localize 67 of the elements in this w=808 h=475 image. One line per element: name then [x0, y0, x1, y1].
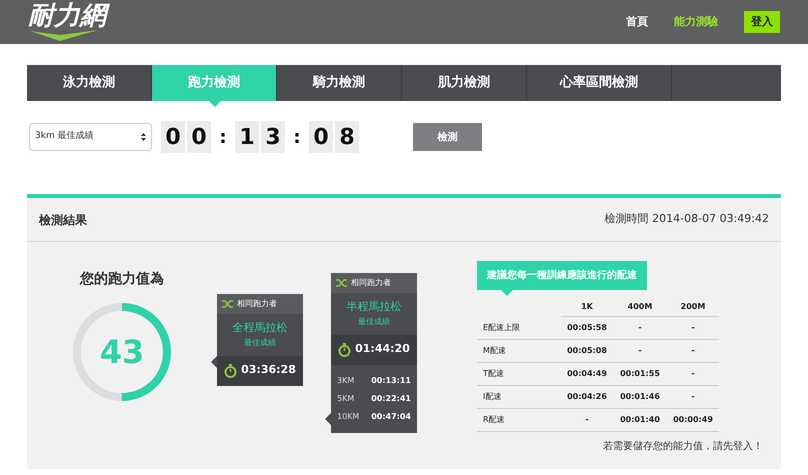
table-cell: - [667, 317, 719, 340]
table-cell: 00:00:49 [667, 409, 719, 432]
time-separator: : [292, 126, 302, 150]
nav-link[interactable]: 首頁 [626, 14, 648, 30]
event-subtitle: 最佳成績 [243, 336, 277, 348]
table-cell: - [613, 317, 667, 340]
login-button[interactable]: 登入 [744, 10, 780, 34]
stopwatch-icon [338, 342, 352, 356]
select-caret-icon [141, 133, 146, 141]
score-value: 43 [98, 332, 146, 373]
table-cell: 00:01:46 [613, 386, 667, 409]
test-time: 檢測時間 2014-08-07 03:49:42 [604, 211, 769, 228]
time-digit[interactable]: 8 [335, 121, 359, 153]
time-digit[interactable]: 0 [161, 121, 185, 153]
panel-title: 檢測結果 [39, 212, 87, 228]
row-label: R配速 [477, 409, 561, 432]
table-cell: - [667, 340, 719, 363]
time-separator: : [218, 126, 228, 150]
pointer-notch [501, 290, 513, 296]
table-cell: 00:01:40 [613, 409, 667, 432]
split-time: 00:13:11 [371, 374, 411, 386]
shuffle-icon [222, 299, 234, 309]
login-note: 若需要儲存您的能力值，請先登入！ [603, 440, 763, 454]
time-digit[interactable]: 0 [187, 121, 211, 153]
table-cell: - [613, 340, 667, 363]
table-cell: 00:04:49 [561, 363, 613, 386]
nav-link[interactable]: 能力測驗 [674, 14, 718, 30]
table-cell: - [667, 363, 719, 386]
column-header: 200M [667, 298, 719, 317]
row-label: T配速 [477, 363, 561, 386]
split-time: 00:22:41 [371, 392, 411, 404]
row-label: E配速上限 [477, 317, 561, 340]
time-digit[interactable]: 1 [235, 121, 259, 153]
table-cell: 00:04:26 [561, 386, 613, 409]
time-digit[interactable]: 0 [309, 121, 333, 153]
card-header: 相同跑力者 [351, 277, 391, 289]
column-header: 1K [561, 298, 613, 317]
event-subtitle: 最佳成績 [357, 316, 391, 328]
tab[interactable]: 騎力檢測 [277, 65, 402, 101]
column-header: 400M [613, 298, 667, 317]
score-title: 您的跑力值為 [80, 270, 164, 289]
pointer-notch [211, 356, 217, 368]
tab[interactable]: 肌力檢測 [402, 65, 527, 101]
table-cell: 00:01:55 [613, 363, 667, 386]
finish-time: 01:44:20 [355, 341, 410, 358]
table-cell: 00:05:58 [561, 317, 613, 340]
split-distance: 10KM [337, 410, 360, 422]
stopwatch-icon [224, 364, 238, 378]
time-digit[interactable]: 3 [261, 121, 285, 153]
card-header: 相同跑力者 [237, 298, 277, 310]
split-distance: 5KM [337, 392, 354, 404]
split-distance: 3KM [337, 374, 354, 386]
event-name: 半程馬拉松 [346, 299, 402, 315]
row-label: I配速 [477, 386, 561, 409]
finish-time: 03:36:28 [241, 362, 296, 378]
event-name: 全程馬拉松 [232, 320, 288, 336]
tab[interactable]: 心率區間檢測 [527, 65, 672, 101]
split-time: 00:47:04 [371, 410, 411, 422]
distance-select[interactable]: 3km 最佳成績 [29, 123, 152, 151]
shuffle-icon [336, 278, 348, 288]
check-mark-icon [30, 30, 100, 42]
check-button[interactable]: 檢測 [413, 123, 482, 151]
table-cell: 00:05:08 [561, 340, 613, 363]
row-label: M配速 [477, 340, 561, 363]
table-cell: - [561, 409, 613, 432]
table-cell: - [667, 386, 719, 409]
pointer-notch [208, 101, 220, 107]
